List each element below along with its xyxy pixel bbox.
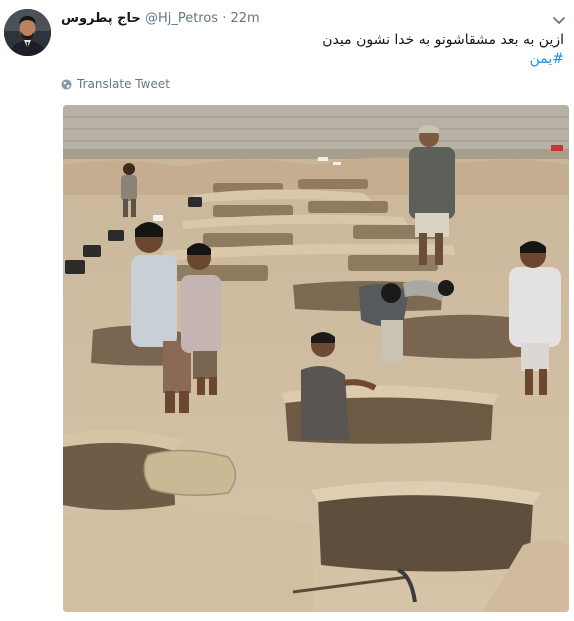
tweet-photo[interactable] xyxy=(63,105,569,612)
photo-graves-scene xyxy=(63,105,569,612)
hashtag-link[interactable]: #یمن xyxy=(84,50,564,69)
translate-tweet-link[interactable]: Translate Tweet xyxy=(61,77,170,91)
tweet-header: حاج پطروس @Hj_Petros · 22m xyxy=(61,10,260,28)
avatar[interactable] xyxy=(4,9,51,56)
chevron-down-icon[interactable] xyxy=(552,12,566,24)
tweet-timestamp[interactable]: 22m xyxy=(231,11,260,26)
tweet-body: ازین به بعد مشقاشونو به خدا نشون میدن xyxy=(322,32,564,48)
translate-label: Translate Tweet xyxy=(77,77,170,91)
separator-dot: · xyxy=(222,11,227,26)
globe-icon xyxy=(61,78,72,90)
display-name[interactable]: حاج پطروس xyxy=(61,11,141,26)
avatar-image xyxy=(4,9,51,56)
tweet-card: حاج پطروس @Hj_Petros · 22m ازین به بعد م… xyxy=(0,0,574,621)
tweet-text: ازین به بعد مشقاشونو به خدا نشون میدن #ی… xyxy=(84,31,564,69)
user-handle[interactable]: @Hj_Petros xyxy=(145,11,218,26)
